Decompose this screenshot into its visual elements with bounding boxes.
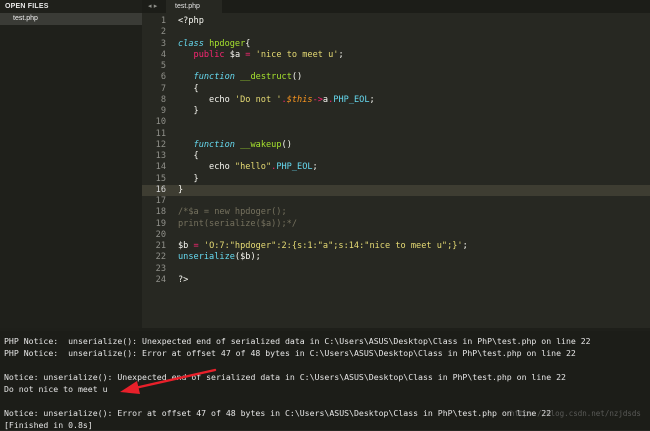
annotation-arrow-icon bbox=[120, 368, 217, 394]
